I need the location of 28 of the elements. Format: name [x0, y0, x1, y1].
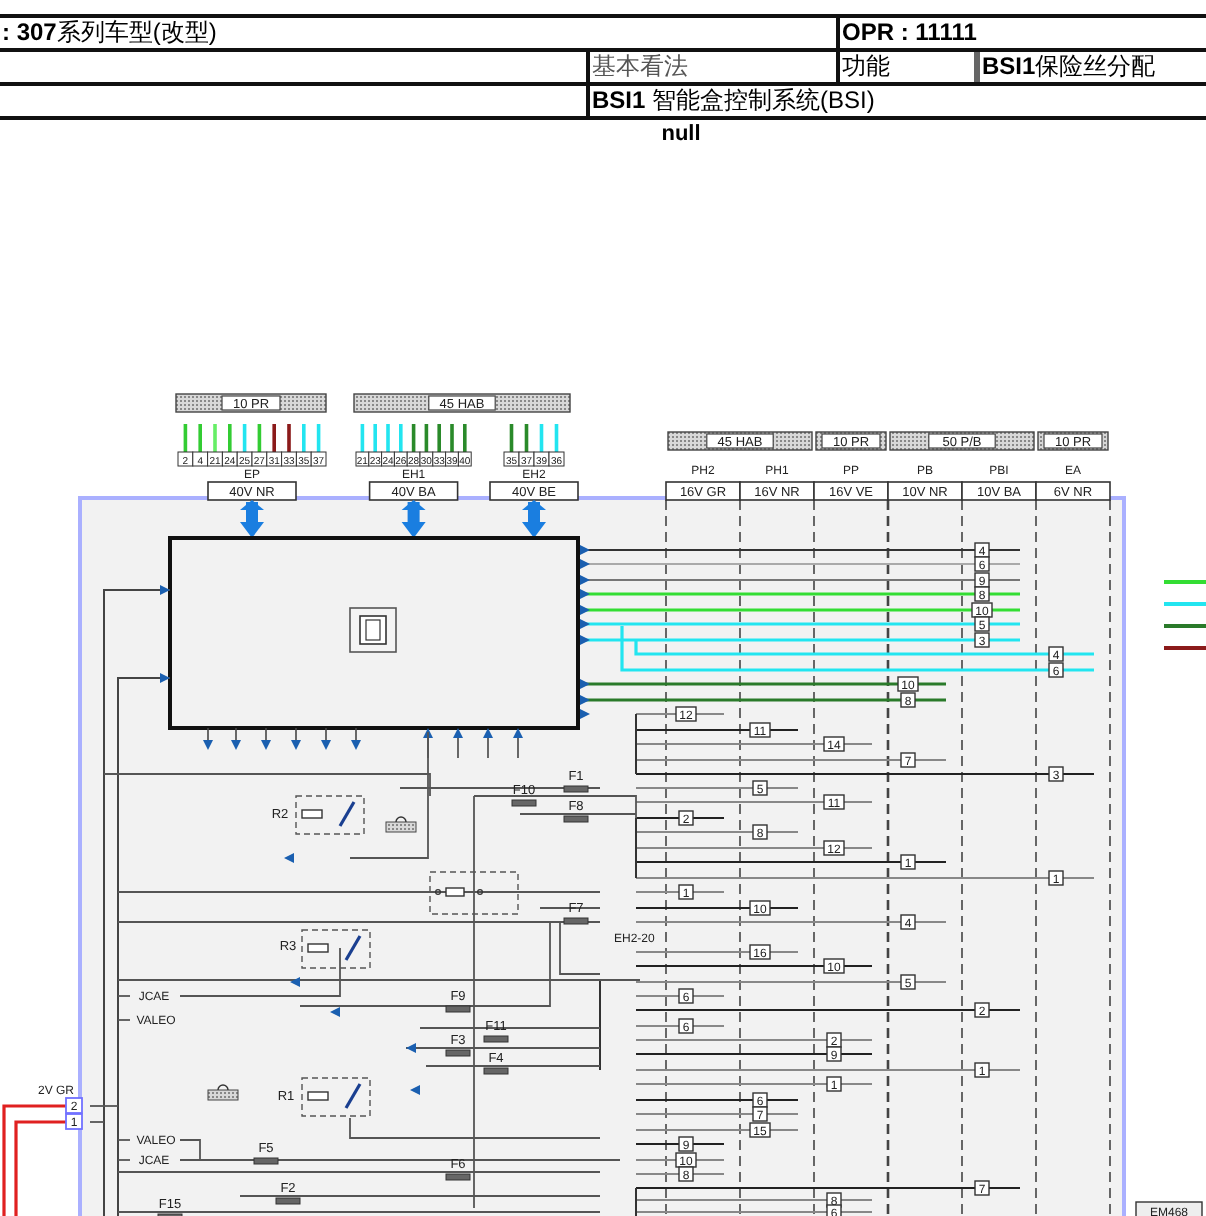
arrow-icon [240, 500, 264, 538]
switch-icon [429, 871, 519, 915]
arrow-icon [401, 500, 426, 538]
chip-icon [349, 607, 397, 653]
subtitle: null [659, 120, 703, 148]
fuse-icon [275, 1197, 301, 1205]
arrow-icon [522, 500, 546, 538]
ground-icon [207, 1084, 239, 1101]
fuse-icon [511, 799, 537, 807]
relay-icon [301, 1077, 371, 1117]
fuse-icon [483, 1067, 509, 1075]
fuse-icon [253, 1157, 279, 1165]
fuse-icon [563, 917, 589, 925]
fuse-icon [445, 1173, 471, 1181]
relay-icon [295, 795, 365, 835]
view-label: 基本看法 [592, 52, 688, 80]
ground-icon [385, 816, 417, 833]
operation-number: OPR : 11111 [842, 18, 977, 46]
model-title: : 307系列车型(改型) [2, 18, 217, 46]
fuse-icon [563, 785, 589, 793]
function-label: 功能 [842, 52, 890, 80]
fuse-icon [445, 1005, 471, 1013]
fuse-icon [563, 815, 589, 823]
function-value: BSI1保险丝分配 [982, 52, 1156, 80]
fuse-icon [483, 1035, 509, 1043]
fuse-icon [445, 1049, 471, 1057]
system-title: BSI1 智能盒控制系统(BSI) [592, 86, 875, 114]
relay-icon [301, 929, 371, 969]
